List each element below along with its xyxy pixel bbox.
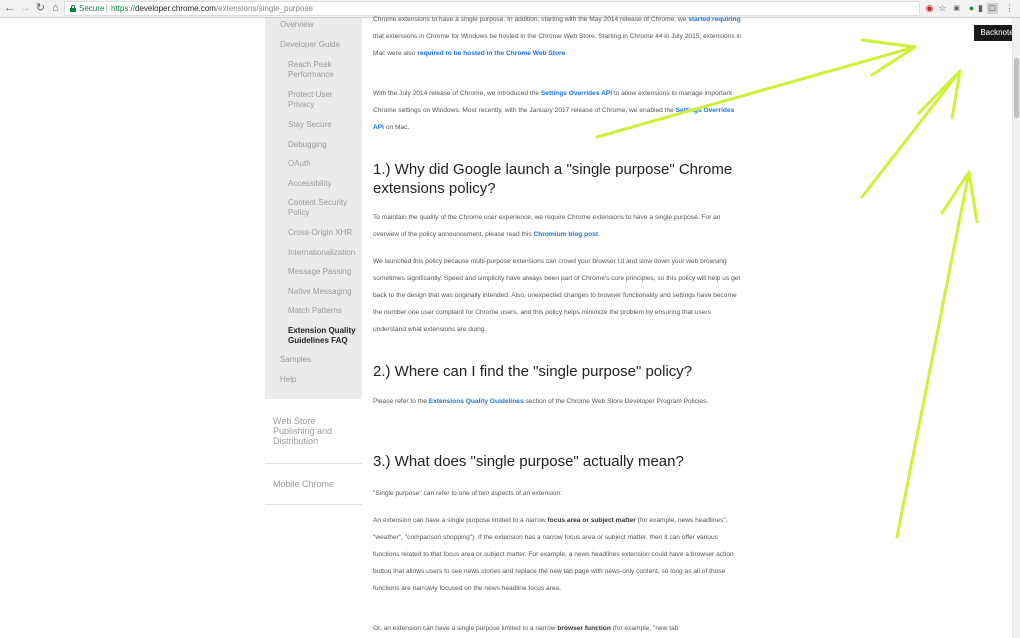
sidebar-item-developer-guide[interactable]: Developer Guide <box>280 40 340 50</box>
arrow-2-head <box>917 69 962 120</box>
sidebar-item-help[interactable]: Help <box>280 375 296 385</box>
lock-icon <box>70 5 76 12</box>
required-hosted-link[interactable]: required to be hosted in the Chrome Web … <box>417 50 565 57</box>
q3-paragraph-3: Or, an extension can have a single purpo… <box>373 625 679 632</box>
url-separator <box>106 4 107 13</box>
sidebar-item-overview[interactable]: Overview <box>280 20 313 30</box>
sidebar-item-stay-secure[interactable]: Stay Secure <box>288 120 358 130</box>
url-path: /extensions/single_purpose <box>215 4 313 13</box>
q3-paragraph-1: "Single purpose" can refer to one of two… <box>373 490 563 497</box>
backnote-extension-icon[interactable]: □ <box>987 3 998 14</box>
sidebar-item-native-messaging[interactable]: Native Messaging <box>288 287 358 297</box>
sidebar-item-accessibility[interactable]: Accessibility <box>288 179 358 189</box>
sidebar-item-web-store[interactable]: Web Store Publishing and Distribution <box>273 416 358 446</box>
back-icon[interactable]: ← <box>3 2 16 15</box>
sidebar-item-mobile-chrome[interactable]: Mobile Chrome <box>273 479 358 489</box>
faq-heading-1: 1.) Why did Google launch a "single purp… <box>373 161 733 197</box>
reload-icon[interactable]: ↻ <box>34 2 47 15</box>
sidebar-divider <box>265 463 362 464</box>
scrollbar-thumb[interactable] <box>1014 58 1019 118</box>
extension-icon-4[interactable]: ▮ <box>975 3 986 14</box>
sidebar-item-protect-user-privacy[interactable]: Protect User Privacy <box>288 90 358 110</box>
bookmark-star-icon[interactable]: ☆ <box>937 3 948 14</box>
sidebar-item-match-patterns[interactable]: Match Patterns <box>288 306 358 316</box>
menu-icon[interactable]: ⋮ <box>1004 3 1015 14</box>
arrow-1-head <box>860 38 917 77</box>
q1-paragraph-2: We launched this policy because multi-pu… <box>373 258 741 333</box>
sidebar-item-content-security-policy[interactable]: Content Security Policy <box>288 198 358 218</box>
started-requiring-link[interactable]: started requiring <box>688 16 740 23</box>
sidebar-item-reach-peak-performance[interactable]: Reach Peak Performance <box>288 60 358 80</box>
forward-icon[interactable]: → <box>19 2 32 15</box>
intro-paragraph-2: With the July 2014 release of Chrome, we… <box>373 90 735 131</box>
home-icon[interactable]: ⌂ <box>49 2 62 15</box>
sidebar-item-oauth[interactable]: OAuth <box>288 159 358 169</box>
extension-icon-2[interactable]: ▣ <box>951 3 962 14</box>
extensions-quality-guidelines-link[interactable]: Extensions Quality Guidelines <box>429 398 524 405</box>
settings-overrides-api-link[interactable]: Settings Overrides API <box>541 90 612 97</box>
sidebar-item-debugging[interactable]: Debugging <box>288 140 358 150</box>
q3-paragraph-2: An extension can have a single purpose l… <box>373 517 734 592</box>
faq-heading-2: 2.) Where can I find the "single purpose… <box>373 363 693 380</box>
sidebar-item-samples[interactable]: Samples <box>280 355 311 365</box>
chromium-blog-post-link[interactable]: Chromium blog post <box>534 231 598 238</box>
sidebar-item-message-passing[interactable]: Message Passing <box>288 267 358 277</box>
extension-icon-1[interactable]: ◉ <box>924 3 935 14</box>
arrow-2-shaft <box>860 69 962 199</box>
url-scheme: https:// <box>111 4 136 13</box>
arrow-3-head <box>940 170 979 224</box>
q2-paragraph-1: Please refer to the Extensions Quality G… <box>373 398 709 405</box>
sidebar-item-internationalization[interactable]: Internationalization <box>288 248 358 258</box>
arrow-3-shaft <box>895 170 971 539</box>
secure-label: Secure <box>79 4 105 13</box>
sidebar-divider <box>265 504 362 505</box>
faq-heading-3: 3.) What does "single purpose" actually … <box>373 453 684 470</box>
url-text[interactable]: https://developer.chrome.com/extensions/… <box>111 2 313 15</box>
sidebar-item-extension-quality-guidelines-faq[interactable]: Extension Quality Guidelines FAQ <box>288 326 358 346</box>
sidebar-item-cross-origin-xhr[interactable]: Cross-Origin XHR <box>288 228 358 238</box>
q1-paragraph-1: To maintain the quality of the Chrome us… <box>373 214 721 238</box>
url-host: developer.chrome.com <box>135 4 216 13</box>
intro-paragraph-1: Chrome extensions to have a single purpo… <box>373 16 742 57</box>
